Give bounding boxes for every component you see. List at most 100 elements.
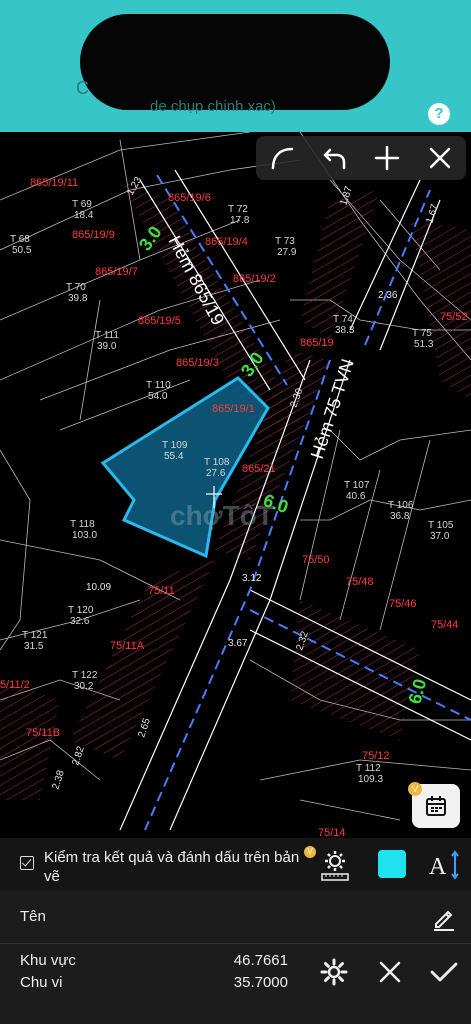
gear-icon [320, 958, 348, 986]
gear-badge: V [304, 846, 316, 858]
calendar-badge: V [408, 782, 422, 796]
parcel-number: T 111 [95, 330, 119, 341]
color-swatch[interactable] [378, 850, 406, 878]
parcel-number: T 69 [72, 199, 92, 210]
svg-text:A: A [429, 854, 447, 880]
area-value: 46.7661 [233, 952, 288, 969]
text-size-icon[interactable]: A [428, 848, 462, 882]
check-row: Kiểm tra kết quả và đánh dấu trên bản vẽ… [0, 838, 471, 890]
name-label: Tên [20, 908, 46, 925]
parcel-number: T 105 [428, 520, 454, 531]
parcel-area: 39.8 [68, 293, 88, 304]
check-icon [430, 962, 458, 982]
undo-icon[interactable] [315, 138, 355, 178]
edit-pencil-icon[interactable] [430, 904, 458, 932]
parcel-red: 865/19/7 [95, 266, 138, 278]
notch-overlay [80, 14, 390, 110]
parcel-area: 38.3 [335, 325, 355, 336]
dim: 2.36 [378, 290, 398, 301]
settings-button[interactable] [314, 952, 354, 992]
dim: 2.38 [50, 769, 67, 791]
calendar-icon [426, 796, 446, 816]
parcel-red: 865/19/1 [212, 403, 255, 415]
top-banner: C de chụp chinh xac) ? [0, 0, 471, 132]
parcel-area: 27.9 [277, 247, 297, 258]
confirm-button[interactable] [424, 952, 464, 992]
parcel-red: 865/19 [300, 337, 334, 349]
check-label: Kiểm tra kết quả và đánh dấu trên bản vẽ [44, 849, 300, 885]
parcel-red: 75/52 [440, 311, 468, 323]
parcel-red: 75/50 [302, 554, 330, 566]
parcel-area: 30.2 [74, 681, 94, 692]
dim: 10.09 [86, 582, 111, 593]
drawing-toolbar [256, 136, 466, 180]
parcel-area: 17.8 [230, 215, 250, 226]
dim: 3.12 [242, 573, 262, 584]
parcel-red: 865/19/9 [72, 229, 115, 241]
parcel-red: 865/21 [242, 463, 276, 475]
parcel-area: 109.3 [358, 774, 383, 785]
parcel-number: T 106 [388, 500, 414, 511]
parcel-number: T 121 [22, 630, 48, 641]
parcel-red: 75/48 [346, 576, 374, 588]
curve-icon[interactable] [262, 138, 302, 178]
parcel-number: T 112 [356, 763, 381, 774]
parcel-number: T 118 [70, 519, 95, 530]
dim: 1.67 [424, 203, 441, 225]
parcel-area: 18.4 [74, 210, 94, 221]
parcel-area: 55.4 [164, 451, 184, 462]
parcel-area: 51.3 [414, 339, 434, 350]
dim: 3.67 [228, 638, 248, 649]
parcel-red: 75/11A [110, 640, 145, 652]
parcel-red: 75/11B [26, 727, 60, 739]
dim: 2.82 [70, 745, 87, 767]
plus-icon[interactable] [367, 138, 407, 178]
parcel-number: T 74 [333, 314, 353, 325]
close-icon[interactable] [420, 138, 460, 178]
banner-prefix: C [76, 78, 89, 98]
parcel-area: 54.0 [148, 391, 168, 402]
parcel-red: 865/19/4 [205, 236, 248, 248]
parcel-area: 40.6 [346, 491, 366, 502]
parcel-red: 75/14 [318, 827, 346, 838]
cancel-button[interactable] [370, 952, 410, 992]
parcel-red: 865/19/6 [168, 192, 211, 204]
bottom-panel: Kiểm tra kết quả và đánh dấu trên bản vẽ… [0, 838, 471, 1024]
mark-checkbox[interactable] [20, 856, 34, 870]
parcel-red: 75/46 [389, 598, 417, 610]
name-row: Tên [0, 890, 471, 944]
parcel-area: 39.0 [97, 341, 117, 352]
parcel-red: 5/11/2 [0, 679, 30, 691]
help-button[interactable]: ? [428, 103, 450, 125]
parcel-red: 865/19/3 [176, 357, 219, 369]
parcel-number: T 75 [412, 328, 432, 339]
close-icon [379, 961, 401, 983]
perimeter-label: Chu vi [20, 974, 63, 991]
measurements: Khu vực 46.7661 Chu vi 35.7000 [0, 944, 300, 1024]
parcel-area: 103.0 [72, 530, 97, 541]
parcel-area: 36.8 [390, 511, 410, 522]
parcel-red: 75/12 [362, 750, 390, 762]
parcel-number: T 73 [275, 236, 295, 247]
parcel-number: T 110 [146, 380, 171, 391]
parcel-number: T 108 [204, 457, 230, 468]
parcel-red: 865/19/11 [30, 177, 78, 189]
map-canvas[interactable]: Hẻm 865/19 Hẻm 75 TVN 3.0 3.0 6.0 6.0 86… [0, 132, 471, 838]
parcel-number: T 107 [344, 480, 370, 491]
parcel-number: T 122 [72, 670, 98, 681]
banner-text: de chụp chinh xac) [150, 98, 276, 115]
perimeter-value: 35.7000 [233, 974, 288, 991]
settings-ruler-icon[interactable] [318, 848, 352, 882]
cadastral-map: Hẻm 865/19 Hẻm 75 TVN 3.0 3.0 6.0 6.0 86… [0, 132, 471, 838]
parcel-red: 865/19/2 [233, 273, 276, 285]
watermark: chợTốT [170, 500, 274, 531]
parcel-number: T 120 [68, 605, 94, 616]
parcel-number: T 68 [10, 234, 30, 245]
parcel-number: T 72 [228, 204, 248, 215]
area-label: Khu vực [20, 952, 76, 969]
parcel-area: 37.0 [430, 531, 450, 542]
parcel-red: 75/11 [148, 585, 175, 597]
parcel-area: 27.6 [206, 468, 226, 479]
parcel-area: 50.5 [12, 245, 32, 256]
parcel-area: 31.5 [24, 641, 44, 652]
